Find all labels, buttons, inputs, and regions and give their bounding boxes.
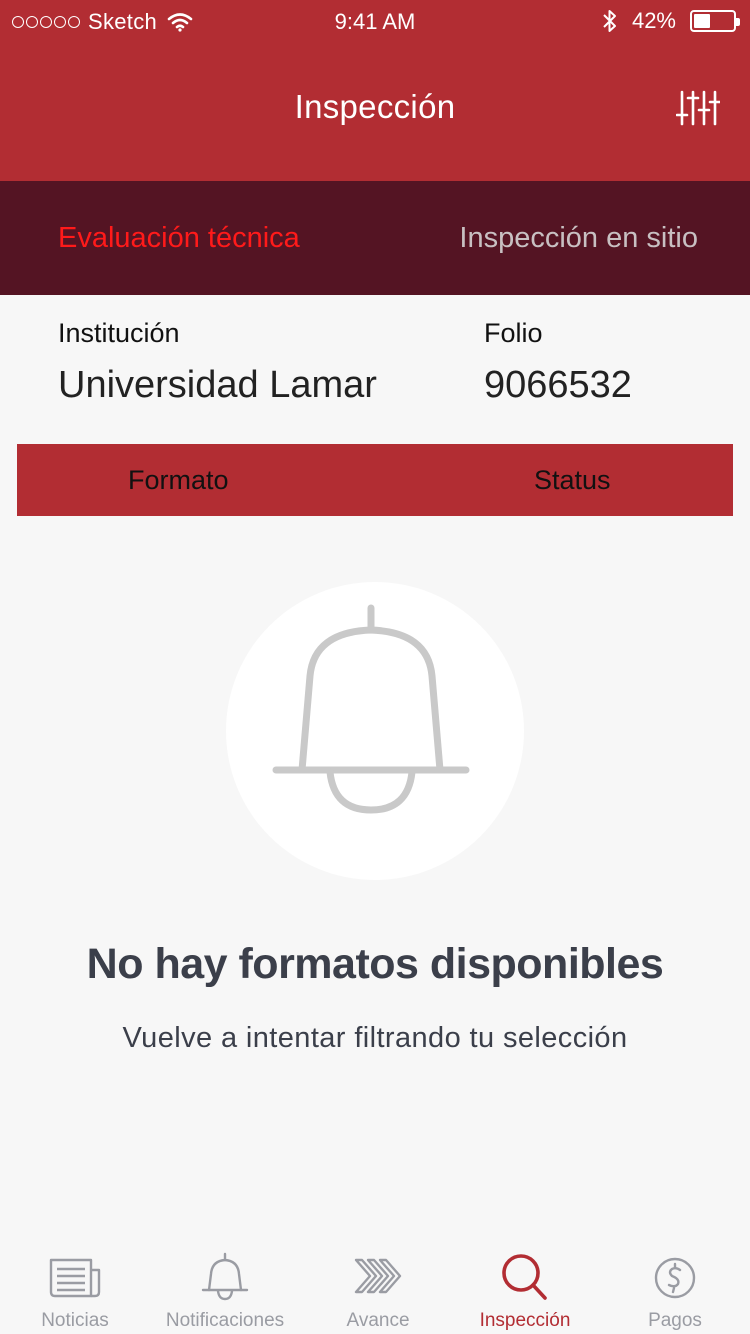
segmented-tabs: Evaluación técnica Inspección en sitio — [0, 181, 750, 295]
folio-value: 9066532 — [484, 364, 632, 406]
tabbar-item-inspeccion[interactable]: Inspección — [450, 1236, 600, 1334]
column-header-status: Status — [534, 464, 611, 495]
app-header: Sketch 9:41 AM 42% Inspección — [0, 0, 750, 181]
tab-inspeccion-en-sitio[interactable]: Inspección en sitio — [459, 181, 698, 295]
institucion-label: Institución — [58, 318, 180, 348]
bluetooth-icon — [603, 10, 616, 32]
folio-label: Folio — [484, 318, 543, 348]
battery-level — [694, 14, 710, 28]
tabbar-item-pagos[interactable]: Pagos — [600, 1236, 750, 1334]
empty-state-subtitle: Vuelve a intentar filtrando tu selección — [122, 1022, 628, 1054]
page-title: Inspección — [294, 88, 456, 125]
newspaper-icon — [49, 1258, 101, 1298]
tabbar-label: Notificaciones — [165, 1310, 285, 1331]
tabbar-item-avance[interactable]: Avance — [303, 1236, 453, 1334]
bell-icon — [201, 1252, 249, 1301]
tab-evaluacion-tecnica[interactable]: Evaluación técnica — [58, 181, 300, 295]
tabbar-label: Pagos — [648, 1310, 702, 1331]
sliders-icon — [675, 90, 722, 126]
chevrons-right-icon — [354, 1258, 402, 1294]
column-header-formato: Formato — [128, 464, 229, 495]
status-bar: Sketch 9:41 AM 42% — [0, 0, 750, 44]
tabbar-label: Avance — [346, 1310, 410, 1331]
tabbar-item-noticias[interactable]: Noticias — [0, 1236, 150, 1334]
table-header: Formato Status — [17, 444, 733, 516]
tabbar-item-notificaciones[interactable]: Notificaciones — [150, 1236, 300, 1334]
battery-icon — [690, 10, 740, 32]
search-icon — [502, 1254, 547, 1300]
empty-state-title: No hay formatos disponibles — [86, 940, 664, 988]
bottom-tab-bar: Noticias Notificaciones Avance Inspecció… — [0, 1236, 750, 1334]
dollar-coin-icon — [654, 1257, 696, 1299]
bell-icon — [272, 604, 470, 814]
institucion-value: Universidad Lamar — [58, 364, 377, 406]
filter-button[interactable] — [675, 88, 722, 128]
tabbar-label: Inspección — [479, 1310, 571, 1331]
status-right: 42% — [602, 8, 740, 34]
battery-percentage: 42% — [631, 8, 676, 33]
tabbar-label: Noticias — [41, 1310, 109, 1331]
